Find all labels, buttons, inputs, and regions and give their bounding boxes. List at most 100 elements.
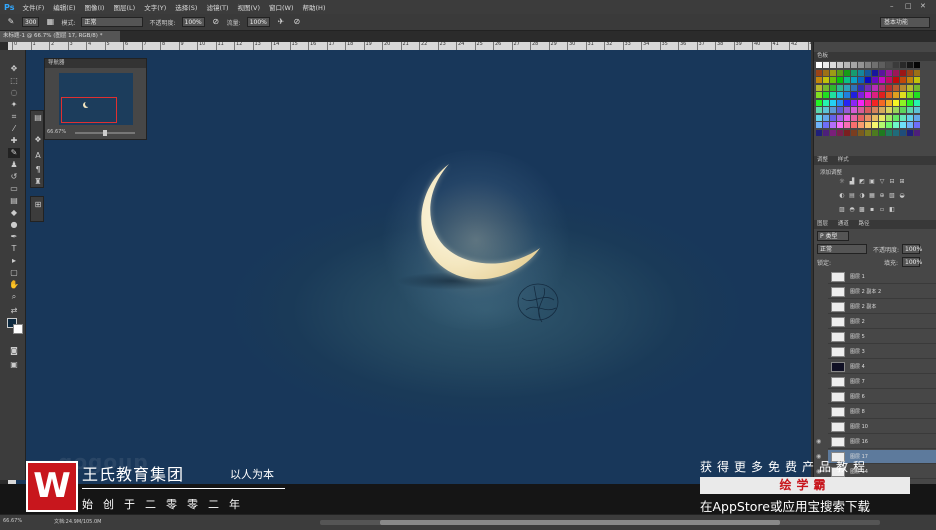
color-swatch[interactable]	[851, 122, 857, 128]
gradient-tool-icon[interactable]: ▤	[8, 196, 20, 206]
layer-row[interactable]: 图层 2 副本	[828, 300, 936, 314]
adjustment-icon[interactable]: ◒	[898, 192, 906, 199]
color-swatch[interactable]	[844, 129, 850, 136]
color-swatch[interactable]	[823, 129, 829, 136]
color-swatch[interactable]	[830, 92, 836, 98]
color-swatch[interactable]	[886, 114, 892, 121]
color-swatch[interactable]	[837, 62, 843, 68]
adjustment-icon[interactable]: ▨	[838, 206, 846, 213]
color-swatch[interactable]	[837, 92, 843, 98]
color-swatch[interactable]	[858, 92, 864, 98]
color-swatch[interactable]	[844, 62, 850, 68]
color-swatch[interactable]	[907, 114, 913, 121]
color-swatch[interactable]	[879, 114, 885, 121]
color-swatch[interactable]	[886, 122, 892, 128]
layer-visibility-icon[interactable]	[816, 345, 826, 359]
color-swatch[interactable]	[900, 69, 906, 76]
color-swatch[interactable]	[851, 92, 857, 98]
opacity-input[interactable]: 100%	[181, 17, 205, 27]
color-swatch[interactable]	[893, 69, 899, 76]
color-swatch[interactable]	[872, 77, 878, 83]
color-swatch[interactable]	[879, 107, 885, 113]
airbrush-icon[interactable]: ✈	[276, 17, 286, 27]
color-swatch[interactable]	[886, 92, 892, 98]
workspace-select[interactable]: 基本功能	[880, 17, 930, 28]
menu-item[interactable]: 滤镜(T)	[206, 2, 228, 12]
color-swatch[interactable]	[893, 114, 899, 121]
color-swatch[interactable]	[886, 69, 892, 76]
layer-visibility-icon[interactable]	[816, 330, 826, 344]
menu-item[interactable]: 编辑(E)	[53, 2, 75, 12]
color-swatch[interactable]	[851, 62, 857, 68]
document-tab[interactable]: 未标题-1 @ 66.7% (图层 17, RGB/8) *	[0, 31, 120, 42]
color-swatch[interactable]	[872, 69, 878, 76]
tab-layers[interactable]: 图层	[817, 221, 828, 227]
color-swatch[interactable]	[914, 122, 920, 128]
color-swatch[interactable]	[830, 69, 836, 76]
color-swatch[interactable]	[893, 84, 899, 91]
shape-tool-icon[interactable]: ▢	[8, 268, 20, 278]
brush-tool-icon[interactable]: ✎	[8, 148, 20, 158]
color-swatch[interactable]	[865, 99, 871, 106]
color-swatch[interactable]	[879, 129, 885, 136]
blur-tool-icon[interactable]: ◆	[8, 208, 20, 218]
color-swatch[interactable]	[851, 84, 857, 91]
color-swatch[interactable]	[879, 99, 885, 106]
layer-visibility-icon[interactable]	[816, 390, 826, 404]
color-swatch[interactable]	[823, 62, 829, 68]
color-swatch[interactable]	[900, 107, 906, 113]
layer-visibility-icon[interactable]	[816, 360, 826, 374]
color-swatch[interactable]	[879, 77, 885, 83]
color-swatch[interactable]	[914, 99, 920, 106]
color-swatch[interactable]	[879, 92, 885, 98]
menu-item[interactable]: 图层(L)	[113, 2, 135, 12]
quick-mask-icon[interactable]: ◙	[8, 346, 20, 356]
color-swatch[interactable]	[844, 69, 850, 76]
eyedropper-tool-icon[interactable]: ⁄	[8, 124, 20, 134]
color-swatch[interactable]	[844, 92, 850, 98]
status-zoom[interactable]: 66.67%	[3, 518, 22, 524]
color-swatch[interactable]	[872, 84, 878, 91]
color-swatch[interactable]	[837, 114, 843, 121]
swatches-grid[interactable]	[816, 62, 922, 140]
color-swatch[interactable]	[914, 77, 920, 83]
color-swatch[interactable]	[823, 99, 829, 106]
color-swatch[interactable]	[893, 122, 899, 128]
adjustment-icon[interactable]: ◐	[838, 192, 846, 199]
color-swatch[interactable]	[844, 99, 850, 106]
color-swatch[interactable]	[823, 69, 829, 76]
crop-tool-icon[interactable]: ⌗	[8, 112, 20, 122]
color-swatch[interactable]	[823, 122, 829, 128]
adjustment-icon[interactable]: ▟	[848, 178, 856, 185]
color-swatch[interactable]	[844, 107, 850, 113]
layer-row[interactable]: 图层 4	[828, 360, 936, 374]
adjustment-icon[interactable]: ▣	[868, 178, 876, 185]
color-swatch[interactable]	[865, 84, 871, 91]
color-swatch[interactable]	[830, 107, 836, 113]
tool-presets-icon[interactable]: ⊞	[32, 200, 44, 210]
color-swatch[interactable]	[907, 62, 913, 68]
color-swatch[interactable]	[823, 107, 829, 113]
flow-input[interactable]: 100%	[246, 17, 270, 27]
color-swatch[interactable]	[844, 77, 850, 83]
menu-item[interactable]: 窗口(W)	[269, 2, 294, 12]
color-swatch[interactable]	[823, 114, 829, 121]
color-swatch[interactable]	[907, 122, 913, 128]
lasso-tool-icon[interactable]: ◌	[8, 88, 20, 98]
pen-tool-icon[interactable]: ✒	[8, 232, 20, 242]
adjustment-icon[interactable]: ☼	[838, 178, 846, 185]
color-swatch[interactable]	[816, 114, 822, 121]
layer-opacity-input[interactable]: 100%	[902, 244, 922, 254]
brush-tool-icon[interactable]: ✎	[6, 17, 16, 27]
layer-row[interactable]: 图层 3	[828, 345, 936, 359]
path-select-tool-icon[interactable]: ▸	[8, 256, 20, 266]
dodge-tool-icon[interactable]: ●	[8, 220, 20, 230]
color-swatch[interactable]	[914, 92, 920, 98]
color-swatch[interactable]	[907, 107, 913, 113]
color-swatch[interactable]	[858, 129, 864, 136]
color-swatch[interactable]	[907, 69, 913, 76]
adjustment-icon[interactable]: ▩	[858, 206, 866, 213]
color-swatch[interactable]	[914, 62, 920, 68]
layer-row[interactable]: 图层 5	[828, 330, 936, 344]
color-swatch[interactable]	[907, 99, 913, 106]
